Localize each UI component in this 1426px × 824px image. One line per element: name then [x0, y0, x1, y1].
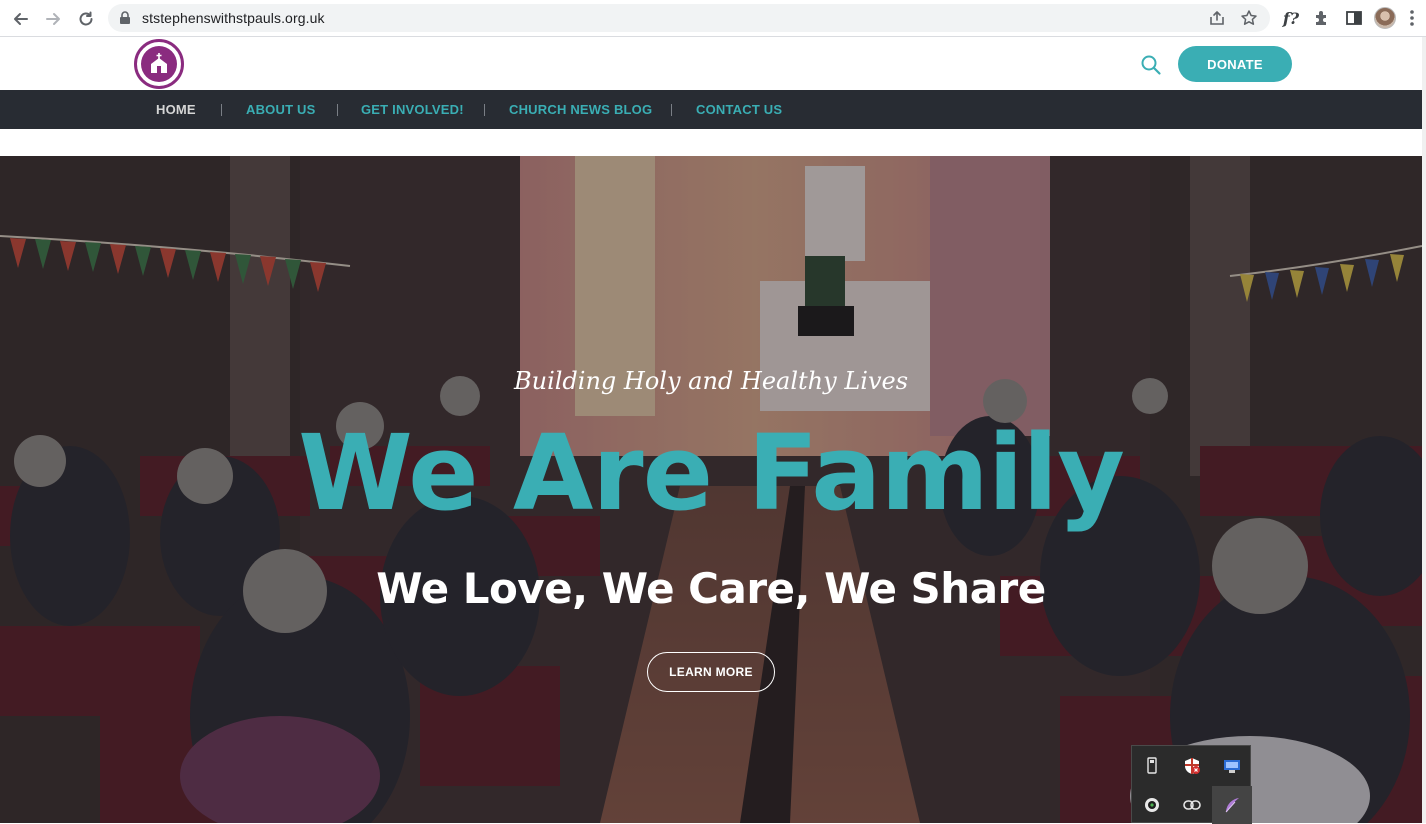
url-text: ststephenswithstpauls.org.uk	[142, 10, 325, 26]
profile-avatar[interactable]	[1374, 7, 1396, 29]
system-tray-overflow	[1131, 745, 1252, 824]
nav-divider	[337, 104, 338, 116]
hero-headline: We Are Family	[298, 412, 1125, 534]
donate-button[interactable]: DONATE	[1178, 46, 1292, 82]
hero-subheadline: We Love, We Care, We Share	[376, 564, 1046, 613]
main-navigation: HOME ABOUT US GET INVOLVED! CHURCH NEWS …	[0, 90, 1422, 129]
page-scrollbar[interactable]	[1422, 37, 1426, 823]
nav-item-home[interactable]: HOME	[156, 102, 196, 117]
link-icon[interactable]	[1172, 786, 1212, 824]
learn-more-button[interactable]: LEARN MORE	[647, 652, 775, 692]
reload-icon[interactable]	[73, 6, 99, 32]
feather-pen-icon[interactable]	[1212, 786, 1252, 824]
extension-fx-icon[interactable]: f?	[1279, 6, 1303, 30]
lock-icon[interactable]	[119, 11, 131, 30]
kebab-menu-icon[interactable]	[1400, 6, 1424, 30]
hero-tagline: Building Holy and Healthy Lives	[513, 367, 909, 395]
share-icon[interactable]	[1208, 9, 1226, 27]
bookmark-star-icon[interactable]	[1240, 9, 1258, 27]
webcam-icon[interactable]	[1132, 786, 1172, 824]
side-panel-icon[interactable]	[1342, 6, 1366, 30]
nav-divider	[671, 104, 672, 116]
puzzle-extensions-icon[interactable]	[1310, 6, 1334, 30]
nav-divider	[221, 104, 222, 116]
search-icon[interactable]	[1140, 54, 1162, 76]
nav-item-contact-us[interactable]: CONTACT US	[696, 102, 782, 117]
shield-alert-icon[interactable]	[1172, 747, 1212, 785]
church-logo[interactable]	[134, 39, 184, 89]
nav-item-church-news-blog[interactable]: CHURCH NEWS BLOG	[509, 102, 652, 117]
nav-divider	[484, 104, 485, 116]
address-bar[interactable]: ststephenswithstpauls.org.uk	[108, 4, 1270, 32]
site-header: DONATE	[0, 37, 1426, 90]
nav-item-get-involved[interactable]: GET INVOLVED!	[361, 102, 464, 117]
forward-arrow-icon[interactable]	[40, 6, 66, 32]
browser-toolbar: ststephenswithstpauls.org.uk f?	[0, 0, 1426, 37]
church-logo-emblem	[141, 46, 177, 82]
network-monitor-icon[interactable]	[1212, 747, 1252, 785]
nav-item-about-us[interactable]: ABOUT US	[246, 102, 316, 117]
back-arrow-icon[interactable]	[8, 6, 34, 32]
usb-drive-icon[interactable]	[1132, 747, 1172, 785]
hero-section: Building Holy and Healthy Lives We Are F…	[0, 156, 1422, 823]
